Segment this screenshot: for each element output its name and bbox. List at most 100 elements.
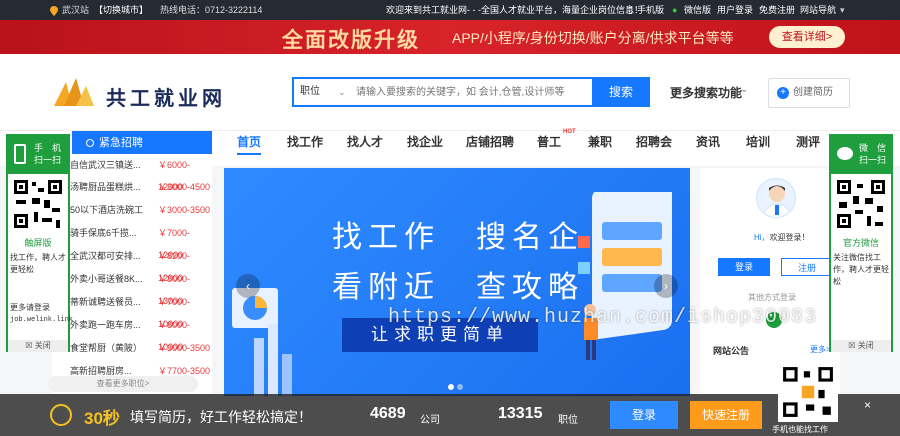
hotline: 热线电话：0712-3222114 — [160, 5, 263, 15]
carousel-dot[interactable] — [457, 384, 463, 390]
hero-line-2: 看附近 查攻略 — [332, 271, 584, 304]
nav-item-assessment[interactable]: 测评 — [796, 131, 820, 153]
hot-badge: HOT — [563, 129, 576, 135]
left-float-close-button[interactable]: ☒ 关闭 — [8, 340, 68, 352]
nav-item-find-job[interactable]: 找工作 — [287, 131, 323, 153]
carousel-next-arrow-icon[interactable]: › — [654, 274, 678, 298]
job-title: 蒂新诚聘送餐员... — [70, 297, 141, 307]
job-salary: ￥3000-4500 — [158, 182, 211, 192]
wechat-icon — [837, 147, 853, 160]
logo-text[interactable]: 共工就业网 — [106, 82, 226, 111]
companies-unit: 公司 — [420, 415, 440, 426]
job-row[interactable]: 50以下酒店洗碗工 ￥3000-3500 — [52, 199, 212, 221]
phone-icon: ▯ — [628, 5, 633, 15]
job-title: 外卖跑一跑车房... — [70, 320, 141, 330]
banner-detail-button[interactable]: 查看详细> — [769, 26, 845, 48]
job-row[interactable]: 自信武汉三镇送... ￥6000-12000 — [52, 154, 212, 192]
close-label: 关闭 — [857, 341, 874, 350]
register-button[interactable]: 注册 — [781, 258, 833, 276]
site-nav-chevron-icon: ▾ — [840, 5, 845, 15]
site-nav-link[interactable]: 网站导航 — [800, 0, 836, 20]
job-row[interactable]: 外卖跑一跑车房... ￥8000-10000 — [52, 314, 212, 352]
job-title: 外卖小哥送餐8K... — [70, 274, 143, 284]
urgent-recruit-label: 紧急招聘 — [99, 137, 143, 149]
mobile-version-link[interactable]: 手机版 — [637, 0, 664, 20]
avatar — [756, 178, 796, 218]
bottom-login-button[interactable]: 登录 — [610, 401, 678, 429]
nav-item-training[interactable]: 培训 — [746, 131, 770, 153]
right-float-close-button[interactable]: ☒ 关闭 — [831, 340, 891, 352]
nav-item-find-talent[interactable]: 找人才 — [347, 131, 383, 153]
search-type-select[interactable]: 职位 — [300, 79, 320, 105]
jobs-unit: 职位 — [558, 415, 578, 426]
job-title: 食堂帮厨（黄陂） — [70, 343, 143, 353]
carousel-dots — [448, 384, 463, 390]
urgent-job-list: 自信武汉三镇送... ￥6000-12000 汤聘厨品蛋糕烘... ￥3000-45… — [52, 154, 212, 394]
job-title: 50以下酒店洗碗工 — [70, 205, 144, 215]
phone-icon — [14, 144, 26, 164]
welcome-text: Hi，欢迎登录！ — [754, 232, 810, 243]
job-row[interactable]: 全武汉都可安排... ￥8200-12000 — [52, 245, 212, 283]
logo-icon[interactable] — [54, 78, 98, 109]
nav-item-job-fair[interactable]: 招聘会 — [636, 131, 672, 153]
nav-item-general-worker[interactable]: 普工 — [537, 131, 561, 153]
city-label: 武汉站 — [62, 5, 90, 15]
right-float-header-text: 微 信 扫一扫 — [859, 143, 887, 165]
plus-icon: + — [777, 87, 789, 99]
notice-more-link[interactable]: 更多> — [810, 344, 831, 355]
other-login-methods: 其他方式登录 — [748, 293, 796, 302]
right-float-caption: 官方微信 — [842, 238, 879, 248]
search-input[interactable] — [356, 82, 586, 102]
left-float-url[interactable]: job.welink.link — [10, 316, 73, 324]
job-row[interactable]: 食堂帮厨（黄陂） ￥3000-3500 — [52, 337, 212, 359]
job-title: 汤聘厨品蛋糕烘... — [70, 182, 141, 192]
bottom-bar-close-icon[interactable]: × — [864, 398, 871, 412]
create-resume-button[interactable]: + 创建简历 — [768, 78, 850, 108]
welcome-text: 欢迎来到共工就业网- - -全国人才就业平台，海量企业岗位信息！ — [386, 5, 643, 15]
job-title: 自信武汉三镇送... — [70, 160, 141, 170]
nav-item-news[interactable]: 资讯 — [696, 131, 720, 153]
close-label: 关闭 — [34, 341, 51, 350]
job-salary: ￥3000-3500 — [158, 343, 211, 353]
jobs-count: 13315 — [498, 405, 543, 422]
chevron-down-icon[interactable]: ⌄ — [338, 79, 346, 105]
create-resume-label: 创建简历 — [793, 87, 833, 98]
nav-item-part-time[interactable]: 兼职 — [588, 131, 612, 153]
switch-city-link[interactable]: 【切换城市】 — [94, 0, 148, 20]
bottom-register-bar: 30秒 填写简历，好工作轻松搞定！ 4689 公司 13315 职位 登录 快速… — [0, 362, 900, 436]
more-search-link[interactable]: 更多搜索功能 — [670, 84, 742, 101]
quick-register-button[interactable]: 快速注册 — [690, 401, 762, 429]
location-icon — [50, 0, 58, 20]
bottom-bar-text: 填写简历，好工作轻松搞定！ — [130, 409, 312, 425]
right-float-header: 微 信 扫一扫 — [831, 136, 891, 174]
login-button[interactable]: 登录 — [718, 258, 770, 276]
user-login-link[interactable]: 用户登录 — [717, 0, 753, 20]
hero-illustration-icon — [232, 288, 292, 396]
hero-carousel[interactable]: 找工作 搜名企 看附近 查攻略 让求职更简单 ‹ › — [224, 168, 690, 396]
nav-item-shop-recruit[interactable]: 店铺招聘 — [466, 131, 514, 153]
banner-subtitle: APP/小程序/身份切换/账户分离/供求平台等等 — [452, 30, 734, 46]
hero-line-1: 找工作 搜名企 — [332, 221, 584, 254]
nav-item-find-company[interactable]: 找企业 — [407, 131, 443, 153]
job-row[interactable]: 汤聘厨品蛋糕烘... ￥3000-4500 — [52, 176, 212, 198]
urgent-recruit-header: 紧急招聘 — [72, 131, 212, 155]
free-register-link[interactable]: 免费注册 — [759, 0, 795, 20]
companies-count: 4689 — [370, 405, 406, 422]
nav-item-home[interactable]: 首页 — [237, 131, 262, 155]
wechat-qr-code-icon — [835, 178, 887, 230]
job-salary: ￥3000-3500 — [158, 205, 211, 215]
job-title: 骑手保底6千揽... — [70, 228, 137, 238]
carousel-dot[interactable] — [448, 384, 454, 390]
wechat-version-link[interactable]: 微信版 — [684, 0, 711, 20]
qr-caption: 手机也能找工作 — [772, 425, 828, 434]
search-button[interactable]: 搜索 — [592, 77, 650, 107]
job-row[interactable]: 骑手保底6千揽... ￥7000-12000 — [52, 222, 212, 260]
watermark-text: https://www.huzhan.com/ishop30083 — [388, 306, 818, 329]
promo-banner[interactable]: 全面改版升级 APP/小程序/身份切换/账户分离/供求平台等等 查看详细> — [0, 20, 900, 54]
left-float-header: 手 机 扫一扫 — [8, 136, 68, 174]
carousel-prev-arrow-icon[interactable]: ‹ — [236, 274, 260, 298]
job-row[interactable]: 外卖小哥送餐8K... ￥8000-13000 — [52, 268, 212, 306]
job-row[interactable]: 蒂新诚聘送餐员... ￥7000-10000 — [52, 291, 212, 329]
left-float-caption: 触屏版 — [24, 238, 52, 248]
more-jobs-link[interactable]: 查看更多职位> — [48, 376, 198, 392]
